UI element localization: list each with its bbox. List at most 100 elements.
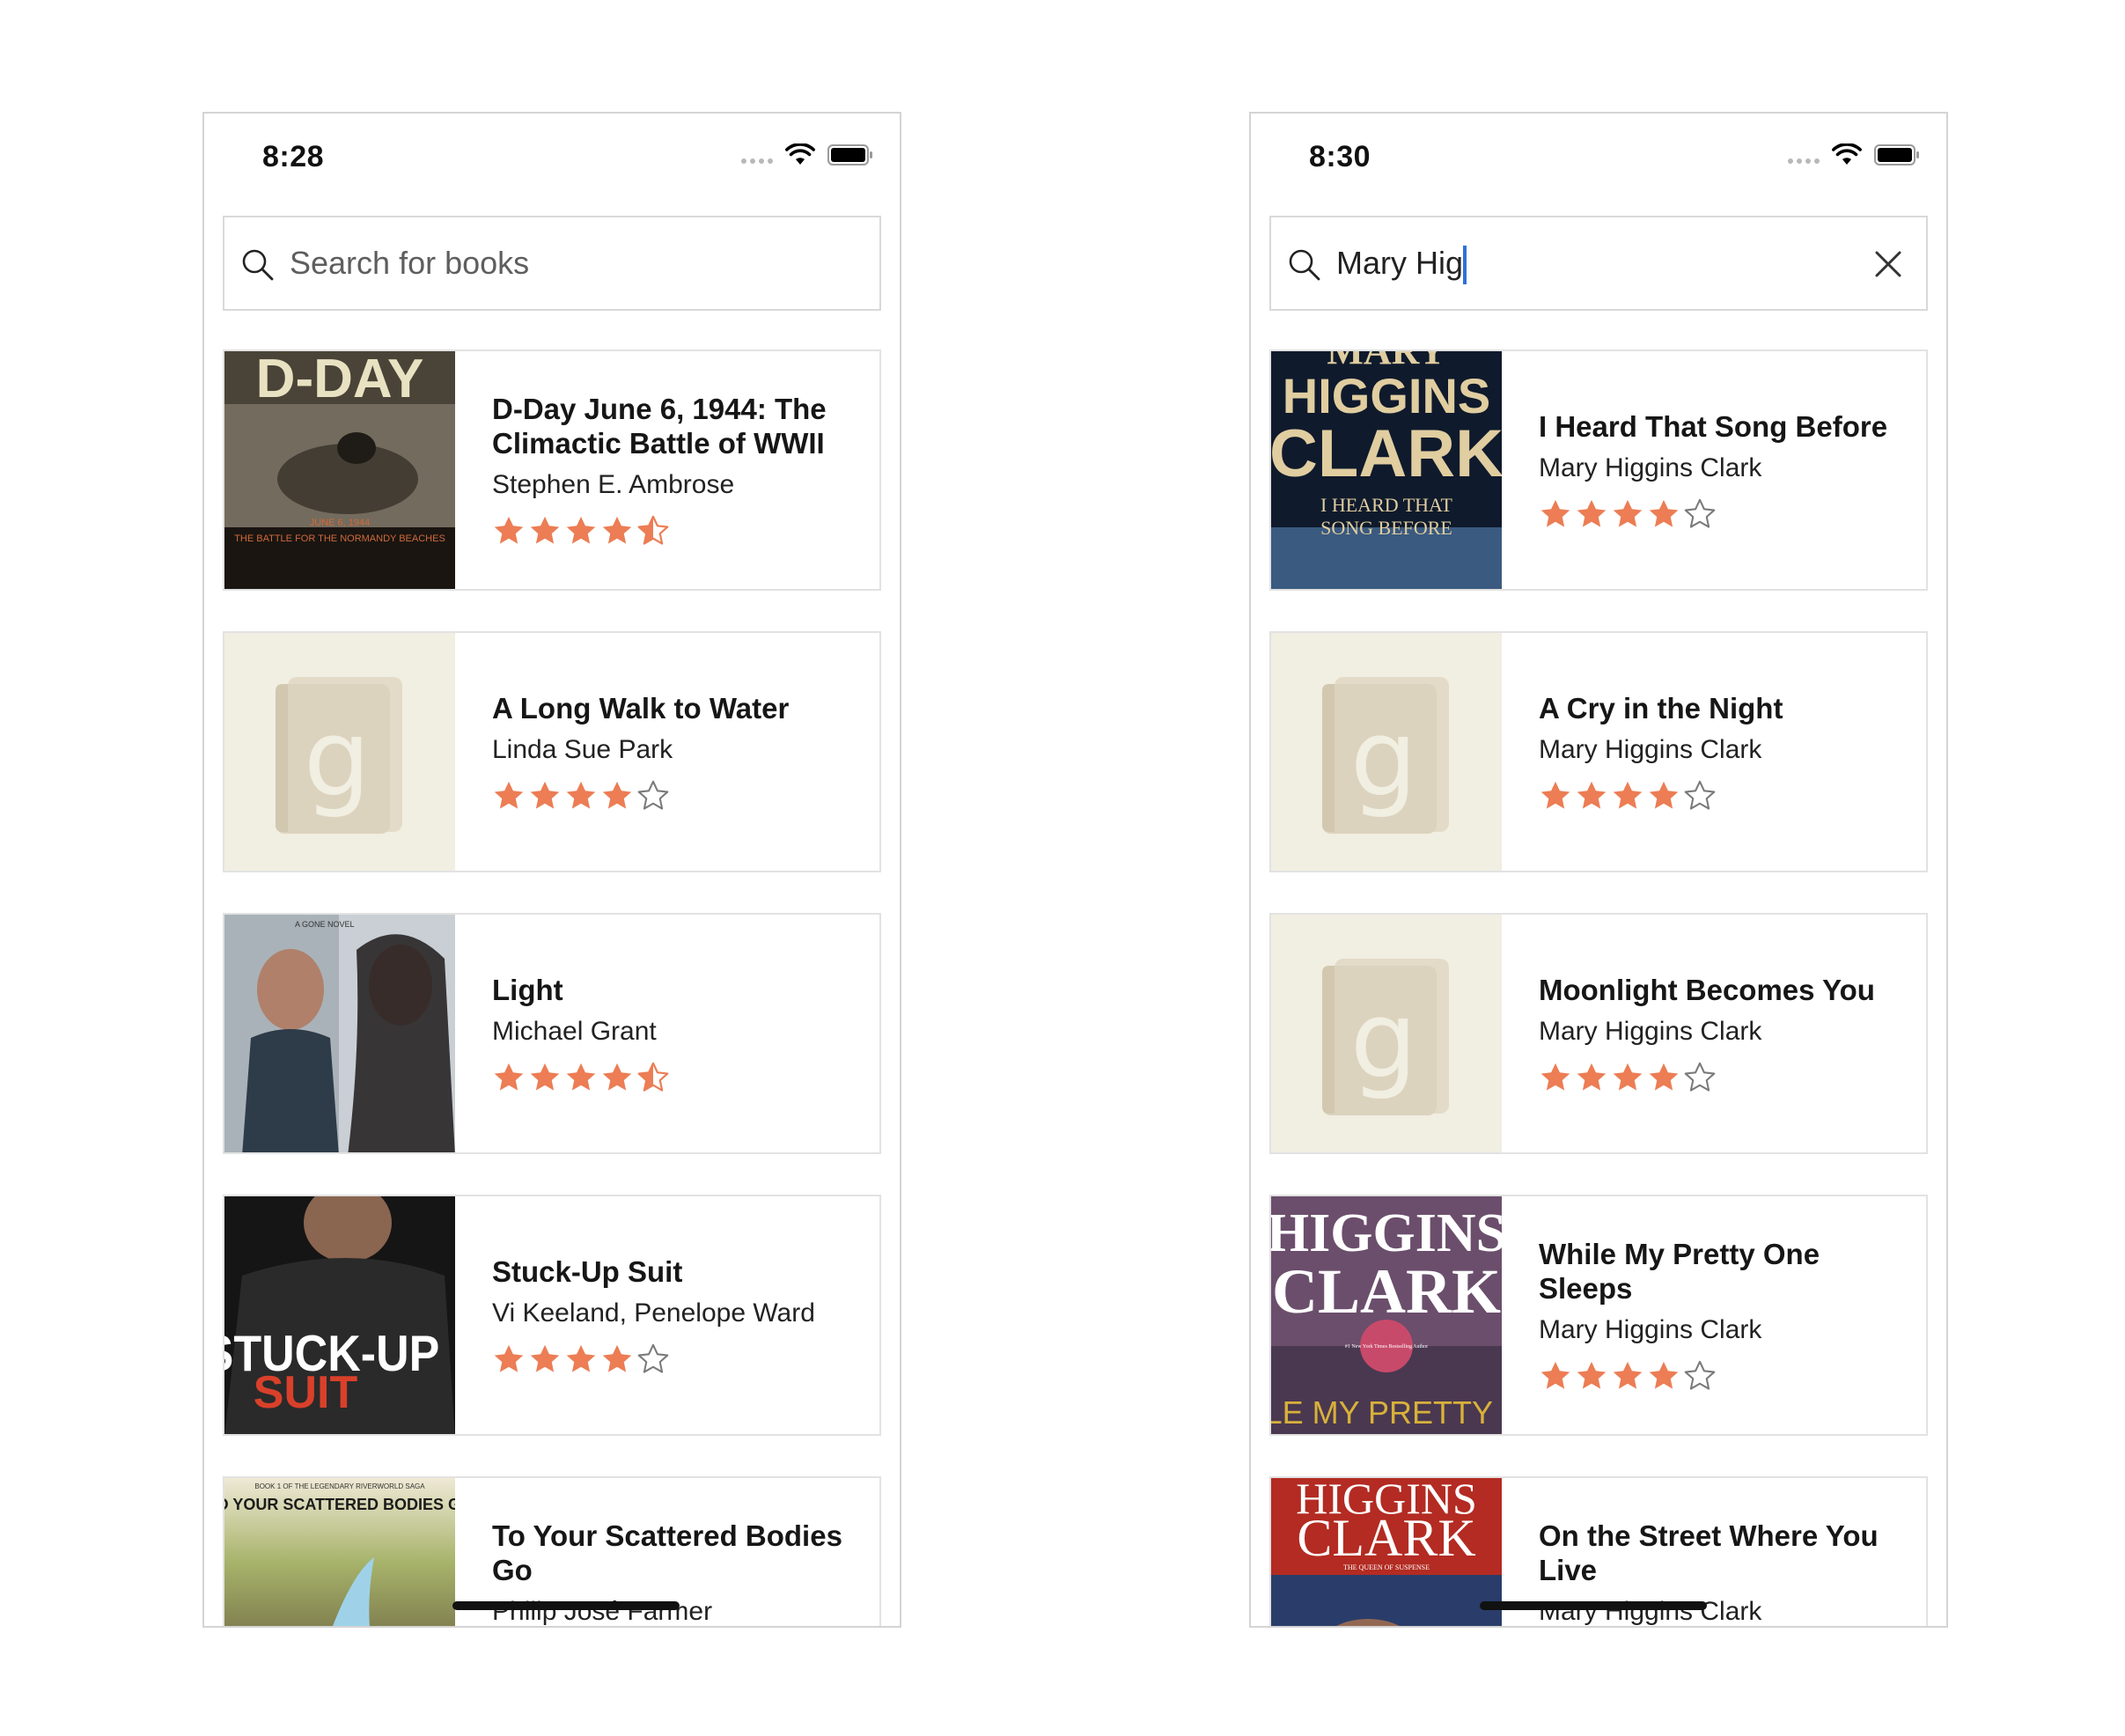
star-filled-icon bbox=[602, 1063, 632, 1091]
wifi-icon bbox=[785, 143, 815, 165]
book-info: A Cry in the Night Mary Higgins Clark bbox=[1539, 633, 1908, 871]
book-author: Mary Higgins Clark bbox=[1539, 1016, 1762, 1046]
star-rating bbox=[492, 1342, 862, 1377]
svg-text:g: g bbox=[1350, 980, 1417, 1102]
book-cover: A GONE NOVEL bbox=[224, 915, 455, 1152]
book-cover-image: BOOK 1 OF THE LEGENDARY RIVERWORLD SAGA T… bbox=[224, 1478, 455, 1626]
book-cover-image: HIGGINSCLARK #1 New York Times Bestsellin… bbox=[1271, 1196, 1502, 1434]
star-filled-icon bbox=[1613, 1361, 1643, 1389]
star-filled-icon bbox=[1649, 1361, 1679, 1389]
book-title: On the Street Where You Live bbox=[1539, 1519, 1879, 1586]
book-author: Stephen E. Ambrose bbox=[492, 470, 735, 499]
home-indicator bbox=[1480, 1601, 1707, 1610]
home-indicator bbox=[452, 1601, 680, 1610]
svg-text:BOOK 1 OF THE LEGENDARY RIVERW: BOOK 1 OF THE LEGENDARY RIVERWORLD SAGA bbox=[254, 1482, 425, 1490]
close-icon[interactable] bbox=[1873, 249, 1903, 279]
book-cover: HIGGINS CLARK THE QUEEN OF SUSPENSE bbox=[1271, 1478, 1502, 1626]
book-card[interactable]: g A Cry in the Night Mary Higgins Clark bbox=[1269, 631, 1928, 872]
star-filled-icon bbox=[1540, 1361, 1570, 1389]
star-rating bbox=[492, 778, 862, 813]
svg-text:A GONE NOVEL: A GONE NOVEL bbox=[295, 920, 355, 929]
svg-text:D-DAY: D-DAY bbox=[256, 351, 424, 409]
star-outline-icon bbox=[637, 780, 669, 810]
book-author: Mary Higgins Clark bbox=[1539, 452, 1762, 482]
book-title: D-Day June 6, 1944: The Climactic Battle… bbox=[492, 393, 827, 460]
status-time: 8:28 bbox=[262, 140, 325, 173]
book-cover: D-DAY JUNE 6, 1944 THE BATTLE FOR THE NORM… bbox=[224, 351, 455, 589]
svg-text:WHILE MY PRETTY ONE: WHILE MY PRETTY ONE bbox=[1271, 1394, 1502, 1431]
book-title: A Cry in the Night bbox=[1539, 691, 1783, 725]
svg-text:SUIT: SUIT bbox=[254, 1367, 358, 1418]
star-rating bbox=[492, 1060, 862, 1095]
status-bar: 8:30 bbox=[1251, 114, 1946, 202]
search-bar[interactable] bbox=[223, 216, 881, 311]
star-half-icon bbox=[637, 1062, 669, 1092]
book-cover: g bbox=[1271, 633, 1502, 871]
book-info: While My Pretty One Sleeps Mary Higgins C… bbox=[1539, 1196, 1908, 1434]
book-author: Vi Keeland, Penelope Ward bbox=[492, 1298, 815, 1328]
book-title: Light bbox=[492, 973, 563, 1006]
svg-text:g: g bbox=[1350, 698, 1417, 820]
svg-text:I HEARD THAT: I HEARD THAT bbox=[1320, 494, 1452, 516]
star-filled-icon bbox=[494, 1344, 524, 1372]
battery-icon bbox=[1874, 144, 1919, 166]
star-filled-icon bbox=[1613, 781, 1643, 809]
book-card[interactable]: HIGGINS CLARK #1 New York Times Bestsellin… bbox=[1269, 1195, 1928, 1436]
star-filled-icon bbox=[530, 1063, 560, 1091]
book-info: I Heard That Song Before Mary Higgins Cla… bbox=[1539, 351, 1908, 589]
star-outline-icon bbox=[1684, 1062, 1716, 1092]
book-title: Stuck-Up Suit bbox=[492, 1254, 683, 1288]
book-cover-image: HIGGINSCLARKTHE QUEEN OF SUSPENSE bbox=[1271, 1478, 1502, 1626]
book-info: Light Michael Grant bbox=[492, 915, 862, 1152]
book-card[interactable]: g Moonlight Becomes You Mary Higgins Clark bbox=[1269, 913, 1928, 1154]
star-rating bbox=[1539, 778, 1908, 813]
svg-text:CLARK: CLARK bbox=[1297, 1509, 1475, 1567]
star-filled-icon bbox=[1649, 781, 1679, 809]
star-filled-icon bbox=[566, 1344, 596, 1372]
book-title: A Long Walk to Water bbox=[492, 691, 790, 725]
star-filled-icon bbox=[602, 516, 632, 544]
star-filled-icon bbox=[1577, 499, 1607, 527]
star-filled-icon bbox=[1577, 1063, 1607, 1091]
book-card[interactable]: D-DAY JUNE 6, 1944 THE BATTLE FOR THE NORM… bbox=[223, 349, 881, 591]
star-filled-icon bbox=[494, 516, 524, 544]
goodreads-g-book-icon: g bbox=[1322, 677, 1449, 834]
star-filled-icon bbox=[1577, 781, 1607, 809]
star-filled-icon bbox=[530, 516, 560, 544]
book-cover: BOOK 1 OF THE LEGENDARY RIVERWORLD SAGA T… bbox=[224, 1478, 455, 1626]
book-cover-image: D-DAY JUNE 6, 1944 THE BATTLE FOR THE NORM… bbox=[224, 351, 455, 589]
status-icons bbox=[741, 143, 873, 166]
book-card[interactable]: g A Long Walk to Water Linda Sue Park bbox=[223, 631, 881, 872]
star-outline-icon bbox=[1684, 498, 1716, 528]
book-title: To Your Scattered Bodies Go bbox=[492, 1519, 842, 1586]
star-rating bbox=[1539, 497, 1908, 532]
phone-screen-search-results: 8:30 MARYHIGGINSCLARKI HEARD THATSONG BE… bbox=[1249, 112, 1948, 1628]
search-input[interactable] bbox=[290, 217, 800, 309]
star-half-icon bbox=[637, 515, 669, 545]
search-bar[interactable] bbox=[1269, 216, 1928, 311]
search-icon bbox=[1289, 249, 1320, 281]
star-rating bbox=[1539, 1358, 1908, 1394]
book-card[interactable]: A GONE NOVEL Light Michael Grant bbox=[223, 913, 881, 1154]
signal-dots-icon bbox=[1788, 158, 1820, 164]
star-rating bbox=[1539, 1060, 1908, 1095]
book-cover: MARYHIGGINSCLARKI HEARD THATSONG BEFORE bbox=[1271, 351, 1502, 589]
star-filled-icon bbox=[494, 781, 524, 809]
goodreads-g-book-icon: g bbox=[276, 677, 402, 834]
book-info: Stuck-Up Suit Vi Keeland, Penelope Ward bbox=[492, 1196, 862, 1434]
star-outline-icon bbox=[1684, 780, 1716, 810]
search-input[interactable] bbox=[1336, 217, 1847, 309]
star-filled-icon bbox=[1649, 499, 1679, 527]
status-icons bbox=[1788, 143, 1920, 166]
star-filled-icon bbox=[1540, 781, 1570, 809]
book-title: Moonlight Becomes You bbox=[1539, 973, 1875, 1006]
book-title: I Heard That Song Before bbox=[1539, 409, 1888, 443]
star-filled-icon bbox=[1613, 499, 1643, 527]
svg-text:THE BATTLE FOR THE NORMANDY BE: THE BATTLE FOR THE NORMANDY BEACHES bbox=[234, 533, 445, 544]
star-filled-icon bbox=[566, 781, 596, 809]
book-card[interactable]: STUCK-UP SUIT Stuck-Up Suit Vi Keeland, Pen… bbox=[223, 1195, 881, 1436]
book-card[interactable]: MARYHIGGINSCLARKI HEARD THATSONG BEFOREI… bbox=[1269, 349, 1928, 591]
book-cover: g bbox=[1271, 915, 1502, 1152]
book-info: A Long Walk to Water Linda Sue Park bbox=[492, 633, 862, 871]
book-author: Mary Higgins Clark bbox=[1539, 1315, 1762, 1344]
